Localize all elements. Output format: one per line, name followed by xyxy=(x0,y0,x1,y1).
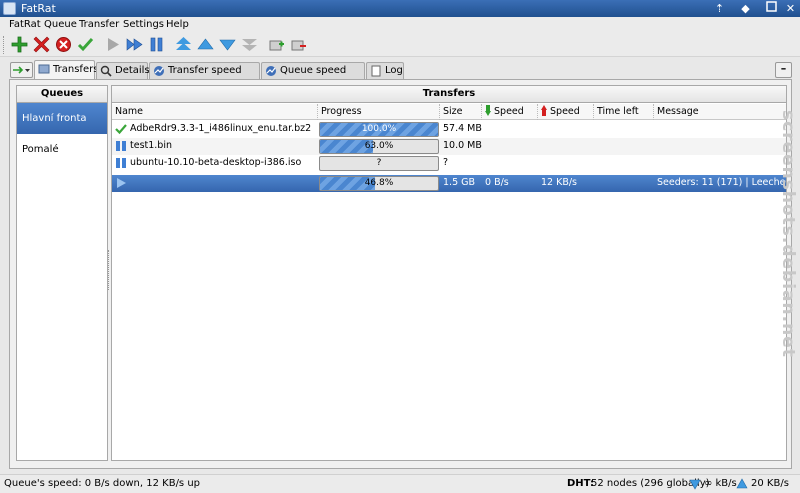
queue-item[interactable]: Pomalé xyxy=(17,134,107,165)
transfer-progress-bar: ? xyxy=(319,156,439,171)
download-arrow-icon xyxy=(485,105,491,116)
status-bar: Queue's speed: 0 B/s down, 12 KB/s up DH… xyxy=(0,474,800,493)
minimize-button[interactable]: ◆ xyxy=(738,1,753,16)
column-down-speed-label: Speed xyxy=(494,106,524,117)
menu-help[interactable]: Help xyxy=(166,19,189,30)
column-message[interactable]: Message xyxy=(654,104,786,120)
close-tab-button[interactable]: – xyxy=(775,62,792,78)
queue-item[interactable]: Hlavní fronta xyxy=(17,103,107,134)
tab-log-label: Log xyxy=(385,65,403,76)
transfer-size: 10.0 MB xyxy=(443,140,482,151)
download-limit-icon[interactable] xyxy=(689,479,701,490)
column-name[interactable]: Name xyxy=(112,104,318,120)
menu-fatrat[interactable]: FatRat xyxy=(9,19,41,30)
table-row[interactable]: AdbeRdr9.3.3-1_i486linux_enu.tar.bz2 100… xyxy=(112,121,786,138)
upload-arrow-icon xyxy=(541,105,547,116)
new-tab-dropdown[interactable] xyxy=(10,62,33,78)
paused-icon xyxy=(116,141,126,151)
graph-icon xyxy=(266,66,276,76)
title-bar: FatRat ⇡ ◆ ✕ xyxy=(0,0,800,17)
queues-panel: Queues Hlavní fronta Pomalé xyxy=(16,85,108,461)
remove-queue-icon[interactable] xyxy=(289,35,308,54)
close-button[interactable]: ✕ xyxy=(783,1,798,16)
transfer-down-speed: 0 B/s xyxy=(485,177,509,188)
table-row[interactable]: test1.bin 63.0% 10.0 MB xyxy=(112,138,786,155)
main-content: Queues Hlavní fronta Pomalé Transfers Na… xyxy=(9,79,792,469)
column-size[interactable]: Size xyxy=(440,104,482,120)
transfer-progress-bar: 100.0% xyxy=(319,122,439,137)
resume-icon[interactable] xyxy=(76,35,95,54)
transfer-name: AdbeRdr9.3.3-1_i486linux_enu.tar.bz2 xyxy=(130,123,312,134)
table-row[interactable]: ubuntu-10.10-beta-desktop-i386.iso ? ? xyxy=(112,155,786,172)
transfer-table-header: Name Progress Size Speed Speed Time left… xyxy=(112,104,786,120)
upload-limit-value[interactable]: 20 KB/s xyxy=(751,478,789,489)
transfer-progress-bar: 46.8% xyxy=(319,176,439,191)
tab-transfers-label: Transfers xyxy=(53,64,99,75)
transfers-header: Transfers xyxy=(112,86,786,103)
move-down-icon[interactable] xyxy=(218,35,237,54)
remove-with-data-icon[interactable] xyxy=(54,35,73,54)
transfer-name: test1.bin xyxy=(130,140,172,151)
tab-queue-speed-graph[interactable]: Queue speed graph xyxy=(261,62,365,91)
tab-transfers[interactable]: Transfers xyxy=(34,60,99,80)
menu-bar: FatRat Queue Transfer Settings Help xyxy=(0,17,800,33)
menu-settings[interactable]: Settings xyxy=(123,19,164,30)
menu-transfer[interactable]: Transfer xyxy=(79,19,119,30)
transfer-size: 1.5 GB xyxy=(443,177,476,188)
tab-details[interactable]: Details xyxy=(96,62,150,79)
toolbar-grip xyxy=(3,36,6,54)
transfer-progress-text: 63.0% xyxy=(364,141,394,151)
upload-limit-icon[interactable] xyxy=(736,478,748,489)
tab-bar: Transfers Details Transfer speed graph Q… xyxy=(0,58,800,91)
watermark: screenshots.debian.net xyxy=(778,110,798,358)
magnifier-icon xyxy=(100,65,112,77)
queue-speed-text: Queue's speed: 0 B/s down, 12 KB/s up xyxy=(4,478,201,489)
paused-icon xyxy=(116,158,126,168)
window-title: FatRat xyxy=(21,2,56,15)
force-start-icon[interactable] xyxy=(125,35,144,54)
tab-details-label: Details xyxy=(115,65,150,76)
transfer-name: ubuntu-10.10-beta-desktop-i386.iso xyxy=(130,157,302,168)
column-time-left[interactable]: Time left xyxy=(594,104,654,120)
column-up-speed-label: Speed xyxy=(550,106,580,117)
add-queue-icon[interactable] xyxy=(267,35,286,54)
transfer-progress-text: 100.0% xyxy=(361,124,397,134)
transfer-progress-text: 46.8% xyxy=(364,178,394,188)
menu-queue[interactable]: Queue xyxy=(44,19,77,30)
table-row[interactable]: 46.8% 1.5 GB 0 B/s 12 KB/s Seeders: 11 (… xyxy=(112,175,786,192)
document-icon xyxy=(371,65,381,77)
tab-transfer-speed-graph[interactable]: Transfer speed graph xyxy=(149,62,260,91)
move-top-icon[interactable] xyxy=(174,35,193,54)
move-up-icon[interactable] xyxy=(196,35,215,54)
transfer-size: ? xyxy=(443,157,449,168)
column-progress[interactable]: Progress xyxy=(318,104,440,120)
app-icon xyxy=(3,2,16,15)
transfer-progress-text: ? xyxy=(376,158,382,168)
transfers-panel: Transfers Name Progress Size Speed Speed… xyxy=(111,85,787,461)
transfer-progress-bar: 63.0% xyxy=(319,139,439,154)
queues-header: Queues xyxy=(17,86,107,103)
completed-check-icon xyxy=(115,124,127,135)
tab-log[interactable]: Log xyxy=(366,62,404,79)
keep-above-button[interactable]: ⇡ xyxy=(712,1,727,16)
dht-label: DHT: xyxy=(567,478,594,489)
start-icon[interactable] xyxy=(103,35,122,54)
transfer-up-speed: 12 KB/s xyxy=(541,177,578,188)
graph-icon xyxy=(154,66,164,76)
transfer-message: Seeders: 11 (171) | Leecher... xyxy=(657,177,785,188)
move-bottom-icon[interactable] xyxy=(240,35,259,54)
pause-icon[interactable] xyxy=(147,35,166,54)
active-play-icon xyxy=(117,178,126,188)
transfer-name xyxy=(130,175,316,192)
maximize-button[interactable] xyxy=(764,1,779,16)
download-limit-value[interactable]: ∞ kB/s xyxy=(704,478,737,489)
add-icon[interactable] xyxy=(10,35,29,54)
transfer-size: 57.4 MB xyxy=(443,123,482,134)
column-up-speed[interactable]: Speed xyxy=(538,104,594,120)
transfers-icon xyxy=(38,64,50,74)
toolbar xyxy=(0,33,800,57)
remove-icon[interactable] xyxy=(32,35,51,54)
column-down-speed[interactable]: Speed xyxy=(482,104,538,120)
